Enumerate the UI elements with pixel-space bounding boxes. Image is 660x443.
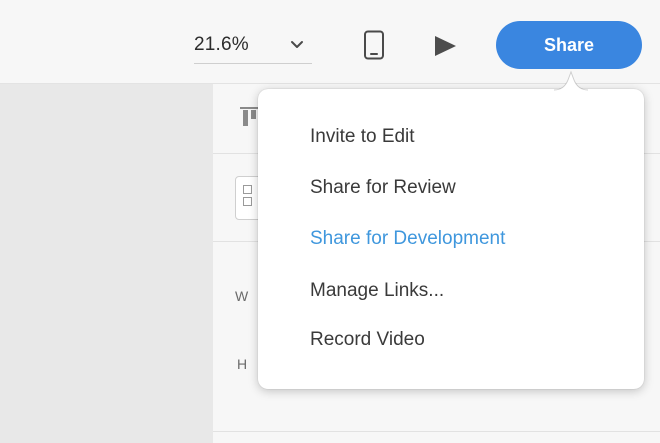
menu-item-invite-to-edit[interactable]: Invite to Edit (310, 126, 415, 148)
grid-cell (243, 185, 252, 194)
share-button[interactable]: Share (496, 21, 642, 69)
canvas-area (0, 84, 213, 443)
zoom-dropdown[interactable]: 21.6% (194, 30, 312, 64)
popover-arrow (553, 70, 589, 92)
menu-item-record-video[interactable]: Record Video (310, 329, 425, 351)
menu-item-manage-links[interactable]: Manage Links... (310, 280, 444, 302)
width-label: W (235, 288, 249, 304)
share-menu: Invite to Edit Share for Review Share fo… (258, 89, 644, 389)
mobile-device-icon[interactable] (363, 30, 385, 60)
play-icon[interactable] (432, 34, 458, 58)
height-label: H (237, 356, 248, 372)
menu-item-share-for-development[interactable]: Share for Development (310, 228, 505, 250)
app-window: 21.6% Share W H Invite to Edit Share for… (0, 0, 660, 443)
section-divider (213, 431, 660, 432)
chevron-down-icon (291, 41, 303, 48)
zoom-value: 21.6% (194, 34, 249, 55)
menu-item-share-for-review[interactable]: Share for Review (310, 177, 456, 199)
grid-cell (243, 197, 252, 206)
